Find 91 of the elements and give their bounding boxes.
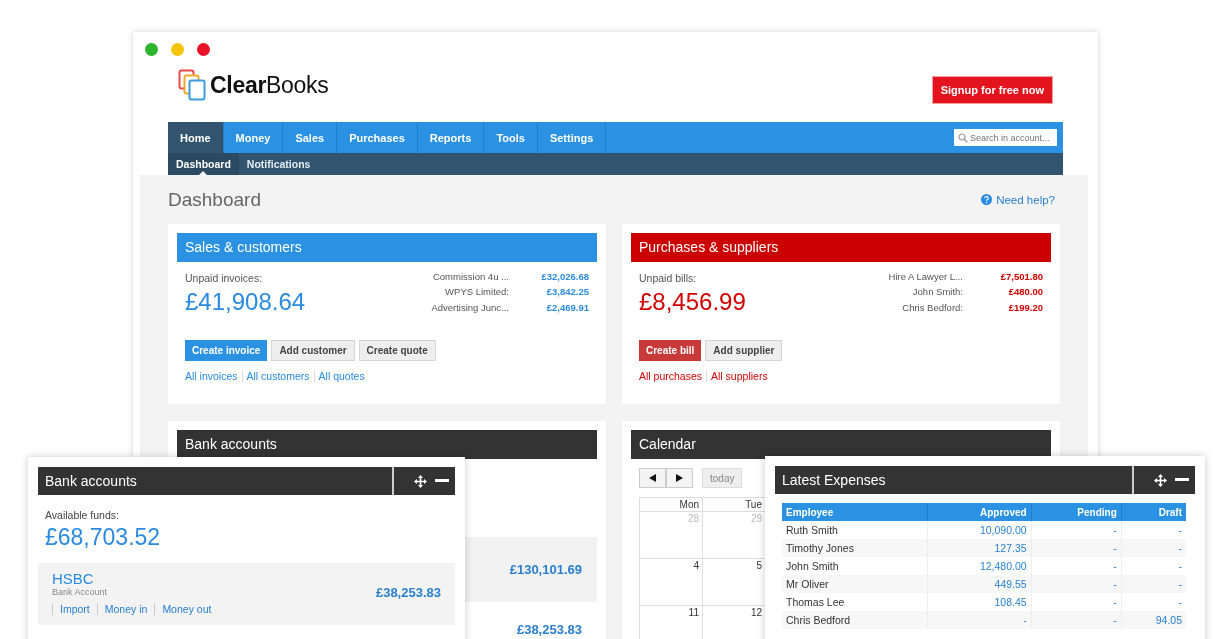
search-icon [958,133,968,143]
table-cell: 127.35 [927,539,1032,557]
item-amount[interactable]: £3,842.25 [509,286,589,301]
day-number: 29 [750,513,762,524]
move-icon[interactable] [1154,473,1167,487]
panel-title: Latest Expenses [781,472,886,488]
summary-label: Unpaid invoices: [185,272,264,284]
search-field[interactable]: Search in account... [954,129,1057,146]
item-amount[interactable]: £7,501.80 [963,271,1043,286]
total-amount: £8,456.99 [639,288,746,316]
card-header: Bank accounts [177,430,597,459]
account-link[interactable]: Money in [96,603,155,615]
card-link[interactable]: All customers [241,370,314,382]
column-header: Employee [782,503,928,521]
available-amount: £68,703.52 [45,524,162,551]
account-link[interactable]: Import [52,603,97,615]
day-number: 12 [750,607,762,618]
item-amount[interactable]: £2,469.91 [509,301,589,316]
action-button[interactable]: Create quote [358,340,436,361]
table-cell: Chris Bedford [782,611,928,629]
weekday-label: Tue [745,499,762,510]
card-link[interactable]: All quotes [313,370,369,382]
item-name: John Smith: [911,286,963,300]
day-number: 5 [756,560,762,571]
item-name: WPYS Limited: [444,286,509,300]
item-name: Advertising Junc... [431,301,509,315]
account-balance: £38,253.83 [375,585,441,600]
account-link[interactable]: Money out [154,603,219,615]
help-link[interactable]: Need help? [996,193,1055,206]
page-title: Dashboard [168,188,261,211]
item-amount[interactable]: £32,026.68 [509,271,589,286]
card-link[interactable]: All invoices [185,370,242,382]
day-number: 28 [687,513,699,524]
table-cell: - [1031,539,1122,557]
summary-label: Unpaid bills: [639,272,698,284]
minimize-icon[interactable] [1175,478,1189,482]
table-cell: - [1121,539,1186,557]
table-cell: 94.05 [1121,611,1186,629]
item-name: Chris Bedford: [901,301,963,315]
day-number: 4 [693,560,699,571]
balance-amount: £130,101.69 [509,562,582,577]
total-amount: £41,908.64 [185,288,306,316]
column-header: Pending [1031,503,1122,521]
logo-icon [178,69,208,101]
table-cell: Thomas Lee [782,593,928,611]
available-label: Available funds: [45,509,120,521]
weekday-label: Mon [679,499,699,510]
item-name: Commission 4u ... [431,271,509,284]
today-button[interactable]: today [702,468,743,488]
card-link[interactable]: All suppliers [706,370,772,382]
balance-amount: £38,253.83 [516,622,582,637]
help-icon [981,194,993,205]
table-cell: John Smith [782,557,928,575]
nav-tab[interactable]: Home [168,122,224,153]
table-cell: - [927,611,1032,629]
move-icon[interactable] [414,474,427,488]
action-button[interactable]: Add customer [271,340,355,361]
day-number: 11 [688,607,699,618]
table-cell: Ruth Smith [782,521,928,539]
card-header: Sales & customers [177,233,597,262]
logo-text: ClearBooks [210,71,329,99]
panel-title: Bank accounts [44,473,137,489]
action-button[interactable]: Create bill [639,340,702,361]
left-triangle-icon [649,474,656,482]
table-cell: 449.55 [927,575,1032,593]
action-button[interactable]: Add supplier [705,340,783,361]
card-header: Calendar [631,430,1051,459]
right-triangle-icon [676,474,683,482]
signup-button[interactable]: Signup for free now [931,76,1053,104]
table-cell: - [1031,611,1122,629]
next-button[interactable] [666,468,693,488]
subnav-tab[interactable]: Dashboard [168,153,239,175]
column-header: Draft [1121,503,1186,521]
subnav-tab[interactable]: Notifications [238,153,319,175]
table-cell: Timothy Jones [782,539,928,557]
action-button[interactable]: Create invoice [185,340,268,361]
table-cell: Mr Oliver [782,575,928,593]
previous-button[interactable] [639,468,666,488]
window-control[interactable] [197,43,210,56]
item-amount[interactable]: £199.20 [963,301,1043,316]
card-link[interactable]: All purchases [639,370,707,382]
account-name[interactable]: HSBC [52,570,219,587]
account-type: Bank Account [52,587,109,597]
window-control[interactable] [145,43,158,56]
column-header: Approved [927,503,1032,521]
card-header: Purchases & suppliers [631,233,1051,262]
item-name: Hire A Lawyer L... [888,271,963,284]
table-cell: - [1121,575,1186,593]
table-cell: - [1031,575,1122,593]
minimize-icon[interactable] [435,479,449,483]
item-amount[interactable]: £480.00 [963,286,1043,301]
